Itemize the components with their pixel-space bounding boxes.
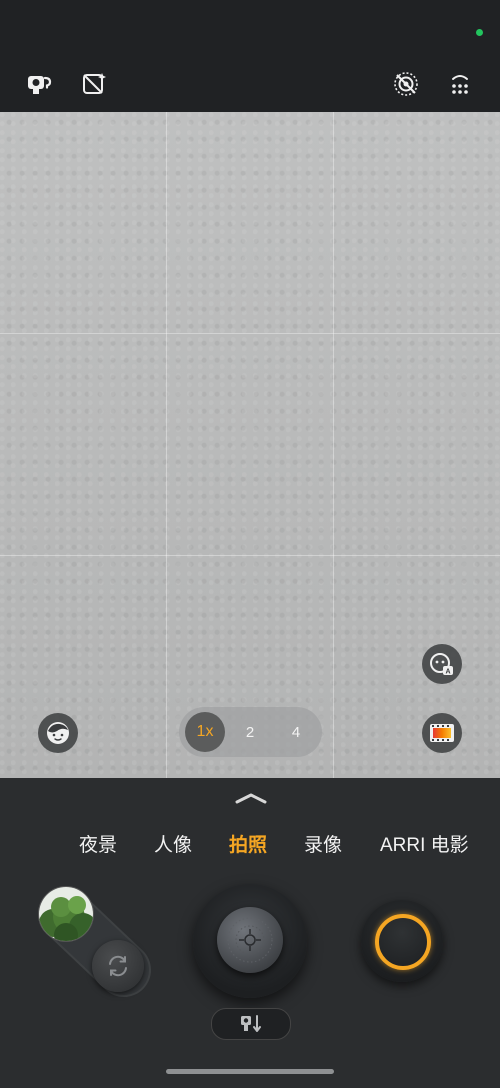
chevron-up-icon xyxy=(235,793,267,804)
camera-kit-icon[interactable] xyxy=(24,69,54,99)
mode-arri-movie[interactable]: ARRI 电影 xyxy=(380,830,469,857)
more-settings-icon[interactable] xyxy=(445,69,475,99)
mode-dial-icon xyxy=(227,917,273,963)
mode-video[interactable]: 录像 xyxy=(304,830,342,857)
mode-night[interactable]: 夜景 xyxy=(79,830,117,857)
ai-enhance-off-icon[interactable] xyxy=(79,69,109,99)
live-photo-off-icon[interactable] xyxy=(391,69,421,99)
shutter-ring[interactable] xyxy=(375,914,431,970)
face-retouch-icon xyxy=(47,722,69,744)
zoom-option-4x[interactable]: 4 xyxy=(276,712,316,752)
mode-photo[interactable]: 拍照 xyxy=(229,830,267,857)
top-toolbar xyxy=(0,62,500,112)
flip-camera-icon xyxy=(109,955,127,977)
grid-line xyxy=(333,112,334,778)
svg-text:A: A xyxy=(445,669,450,676)
lens-switch-icon xyxy=(241,1015,261,1032)
ai-scene-icon: A xyxy=(430,653,453,676)
zoom-option-1x[interactable]: 1x xyxy=(185,712,225,752)
mode-portrait[interactable]: 人像 xyxy=(154,830,192,857)
home-indicator[interactable] xyxy=(166,1069,334,1074)
film-filter-button[interactable] xyxy=(422,713,462,753)
privacy-indicator-dot xyxy=(476,29,483,36)
gallery-thumbnail[interactable] xyxy=(38,886,94,942)
ai-scene-button[interactable]: A xyxy=(422,644,462,684)
status-bar xyxy=(0,0,500,62)
mode-dial-knob[interactable] xyxy=(217,907,283,973)
camera-viewfinder[interactable] xyxy=(0,112,500,778)
lens-switch-button[interactable] xyxy=(211,1008,291,1040)
zoom-option-2x[interactable]: 2 xyxy=(230,712,270,752)
flip-camera-button[interactable] xyxy=(92,940,144,992)
mode-selector: 夜景 人像 拍照 录像 ARRI 电影 xyxy=(0,830,500,860)
face-retouch-button[interactable] xyxy=(38,713,78,753)
grid-line xyxy=(0,555,500,556)
expand-panel-button[interactable] xyxy=(234,790,268,806)
grid-line xyxy=(166,112,167,778)
zoom-selector: 1x 2 4 xyxy=(179,707,322,757)
grid-line xyxy=(0,333,500,334)
film-filter-icon xyxy=(430,724,454,742)
